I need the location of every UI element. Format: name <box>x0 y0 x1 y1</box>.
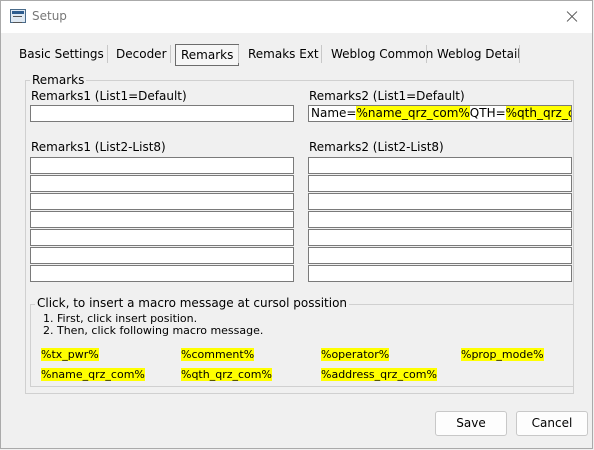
macro-group-label: Click, to insert a macro message at curs… <box>35 296 350 310</box>
tab-weblog-common[interactable]: Weblog Common <box>331 43 433 65</box>
remarks2-list-label: Remarks2 (List2-List8) <box>309 140 444 154</box>
remarks2-default-input[interactable]: Name=%name_qrz_com%QTH=%qth_qrz_com% <box>308 105 572 122</box>
remarks1-list-input[interactable] <box>30 247 294 264</box>
tab-separator <box>238 45 239 63</box>
remarks2-text-part: QTH= <box>469 106 506 120</box>
cancel-button[interactable]: Cancel <box>516 411 588 436</box>
macro-operator[interactable]: %operator% <box>321 348 390 361</box>
remarks-tab-panel: Remarks Remarks1 (List1=Default) Remarks… <box>17 67 583 397</box>
close-icon[interactable] <box>552 1 592 33</box>
tab-separator <box>426 45 427 63</box>
remarks2-macro-name: %name_qrz_com% <box>356 106 470 120</box>
remarks2-text-part: Name= <box>311 106 357 120</box>
remarks1-list-input[interactable] <box>30 229 294 246</box>
remarks2-list-input[interactable] <box>308 157 572 174</box>
macro-address-qrz-com[interactable]: %address_qrz_com% <box>321 368 437 381</box>
macro-comment[interactable]: %comment% <box>181 348 255 361</box>
remarks1-default-label: Remarks1 (List1=Default) <box>31 89 187 103</box>
remarks-group-label: Remarks <box>30 73 87 87</box>
remarks1-list-input[interactable] <box>30 265 294 282</box>
tab-weblog-detail[interactable]: Weblog Detail <box>437 43 521 65</box>
macro-name-qrz-com[interactable]: %name_qrz_com% <box>41 368 145 381</box>
remarks1-list-input[interactable] <box>30 193 294 210</box>
remarks2-list-input[interactable] <box>308 193 572 210</box>
remarks1-list-input[interactable] <box>30 157 294 174</box>
macro-tx-pwr[interactable]: %tx_pwr% <box>41 348 99 361</box>
remarks2-list-input[interactable] <box>308 229 572 246</box>
remarks1-list-label: Remarks1 (List2-List8) <box>31 140 166 154</box>
remarks1-list-input[interactable] <box>30 175 294 192</box>
remarks2-macro-qth: %qth_qrz_com% <box>505 106 571 120</box>
remarks1-list-input[interactable] <box>30 211 294 228</box>
tab-basic-settings[interactable]: Basic Settings <box>19 43 104 65</box>
remarks2-default-label: Remarks2 (List1=Default) <box>309 89 465 103</box>
tab-separator <box>107 45 108 63</box>
remarks2-list-input[interactable] <box>308 175 572 192</box>
remarks1-default-input[interactable] <box>30 105 294 122</box>
window-title: Setup <box>32 9 67 23</box>
remarks2-list-input[interactable] <box>308 247 572 264</box>
tab-decoder[interactable]: Decoder <box>116 43 167 65</box>
tab-remaks-ext[interactable]: Remaks Ext <box>248 43 319 65</box>
setup-window-icon <box>10 9 26 23</box>
save-button[interactable]: Save <box>435 411 507 436</box>
tab-separator <box>321 45 322 63</box>
tab-remarks[interactable]: Remarks <box>175 44 240 66</box>
macro-qth-qrz-com[interactable]: %qth_qrz_com% <box>181 368 272 381</box>
setup-window: Setup Basic Settings Decoder Remarks Rem… <box>0 0 593 449</box>
macro-prop-mode[interactable]: %prop_mode% <box>461 348 544 361</box>
tab-separator <box>519 45 520 63</box>
instruction-step-2: 2. Then, click following macro message. <box>43 324 264 337</box>
remarks2-list-input[interactable] <box>308 265 572 282</box>
tab-separator <box>170 45 171 63</box>
title-bar: Setup <box>1 1 592 33</box>
remarks2-list-input[interactable] <box>308 211 572 228</box>
